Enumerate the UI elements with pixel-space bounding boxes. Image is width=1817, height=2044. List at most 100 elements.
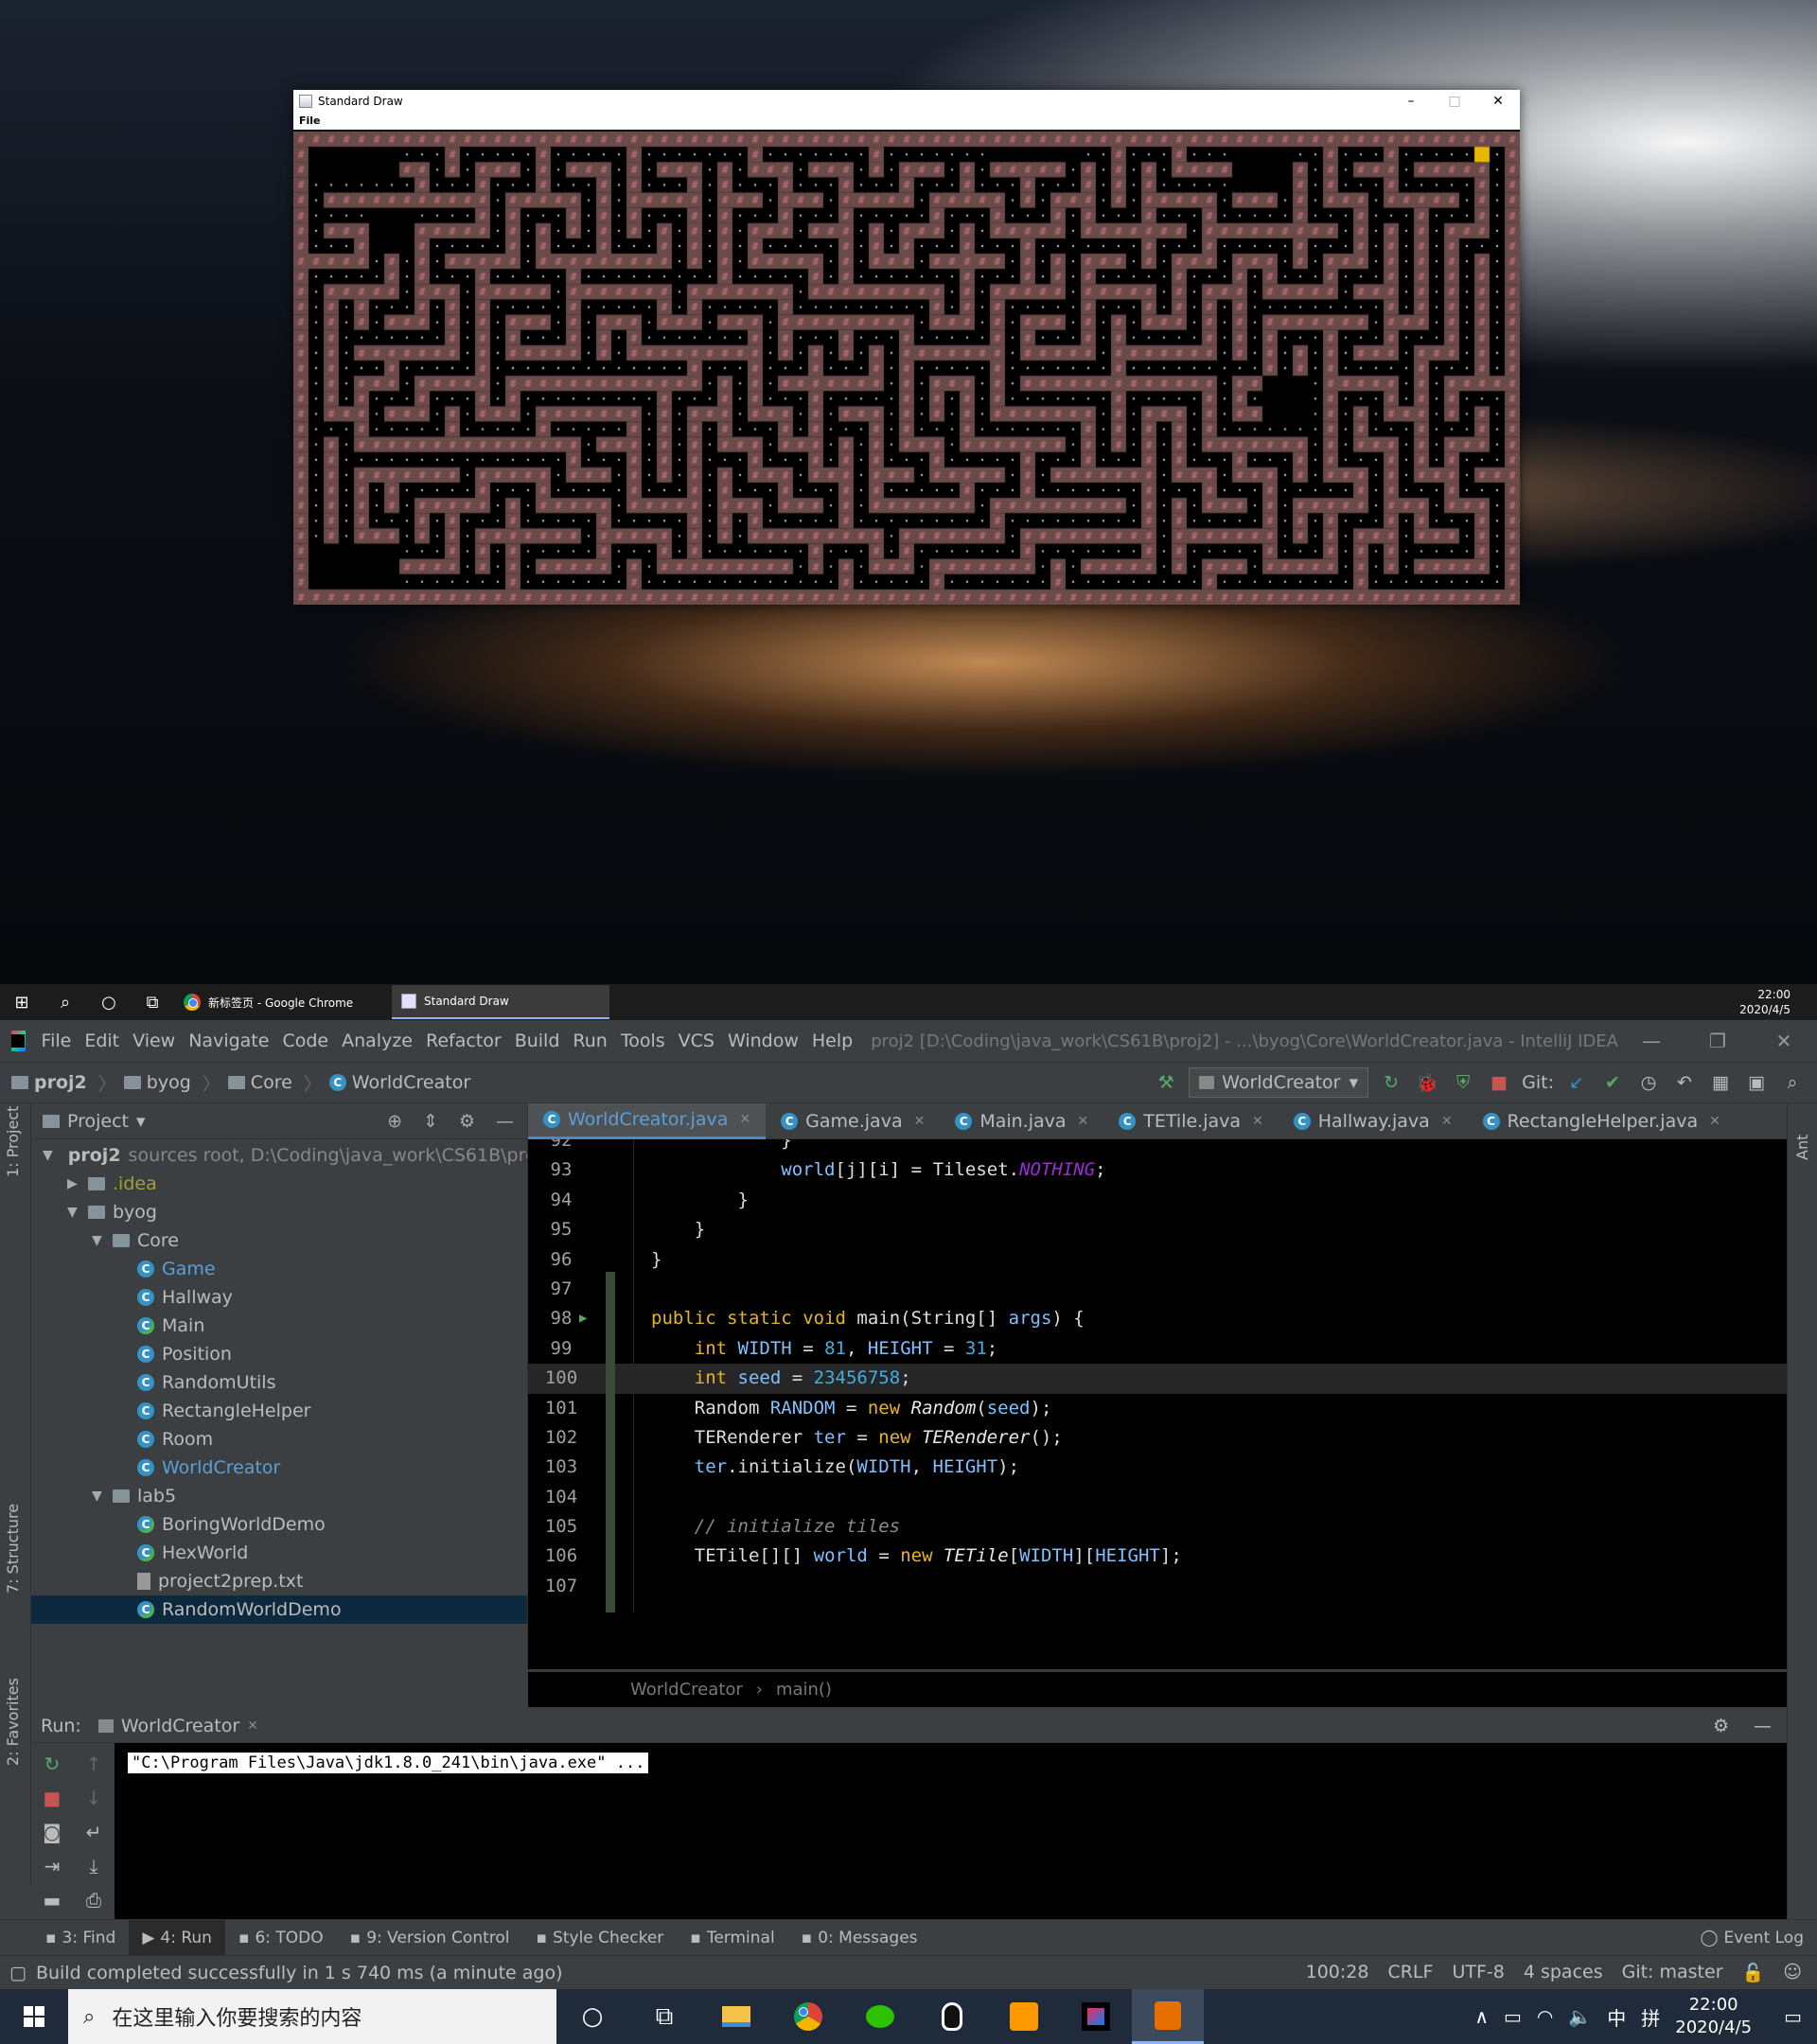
close-icon[interactable]: ✕ <box>914 1114 926 1129</box>
menu-navigate[interactable]: Navigate <box>182 1031 275 1051</box>
code-line[interactable]: 94 } <box>528 1186 1787 1215</box>
taskbar-task-standard-draw[interactable]: Standard Draw <box>392 985 609 1019</box>
editor-tab[interactable]: C WorldCreator.java ✕ <box>528 1102 767 1139</box>
tree-item[interactable]: C Game <box>31 1255 527 1283</box>
menu-help[interactable]: Help <box>805 1031 859 1051</box>
editor-tab[interactable]: C Game.java ✕ <box>766 1103 940 1139</box>
tree-item[interactable]: C BoringWorldDemo <box>31 1510 527 1539</box>
breadcrumb-worldcreator[interactable]: C WorldCreator <box>328 1072 470 1093</box>
collapse-icon[interactable]: ⇕ <box>423 1111 438 1132</box>
maximize-button[interactable]: □ <box>1433 94 1476 109</box>
editor-tab[interactable]: C RectangleHelper.java ✕ <box>1468 1103 1736 1139</box>
minimize-button[interactable]: – <box>1389 94 1433 109</box>
breadcrumb-proj2[interactable]: proj2 <box>11 1072 87 1093</box>
editor-tab[interactable]: C Main.java ✕ <box>940 1103 1103 1139</box>
close-button[interactable]: ✕ <box>1476 94 1520 109</box>
menu-refactor[interactable]: Refactor <box>419 1031 508 1051</box>
camera-icon[interactable]: ◙ <box>43 1821 61 1843</box>
cortana-icon[interactable]: ○ <box>87 984 131 1020</box>
taskbar-task-chrome[interactable]: 新标签页 - Google Chrome <box>174 985 392 1019</box>
standard-draw-menu-file[interactable]: File <box>293 113 1520 130</box>
sublime-icon[interactable] <box>988 1989 1060 2044</box>
tree-item[interactable]: C Main <box>31 1312 527 1340</box>
volume-icon[interactable]: 🔈 <box>1568 2005 1592 2028</box>
gear-icon[interactable]: ⚙ <box>1713 1716 1729 1736</box>
tool-tab-run[interactable]: ▶ 4: Run <box>129 1919 225 1956</box>
search-icon[interactable]: ⌕ <box>44 984 87 1020</box>
tool-tab-find[interactable]: ▪ 3: Find <box>32 1920 129 1956</box>
git-update-icon[interactable]: ↙ <box>1563 1069 1590 1096</box>
windows-start-button[interactable] <box>0 1989 68 2044</box>
code-line[interactable]: 99 int WIDTH = 81, HEIGHT = 31; <box>528 1334 1787 1364</box>
soft-wrap-icon[interactable]: ↵ <box>86 1821 102 1843</box>
code-line[interactable]: 97 <box>528 1275 1787 1304</box>
battery-icon[interactable]: ▭ <box>1504 2005 1522 2028</box>
debug-icon[interactable]: 🐞 <box>1414 1069 1440 1096</box>
git-commit-icon[interactable]: ✔ <box>1599 1069 1626 1096</box>
tree-item[interactable]: ▼ byog <box>31 1198 527 1226</box>
gear-icon[interactable]: ⚙ <box>459 1111 475 1132</box>
taskbar-search-box[interactable]: ⌕ 在这里输入你要搜索的内容 <box>68 1989 556 2044</box>
stop-icon[interactable]: ■ <box>44 1787 62 1809</box>
hide-icon[interactable]: — <box>496 1111 514 1132</box>
tree-item[interactable]: C RandomWorldDemo <box>31 1595 527 1624</box>
wifi-icon[interactable]: ◠ <box>1537 2005 1553 2028</box>
menu-build[interactable]: Build <box>508 1031 567 1051</box>
tree-item[interactable]: C Hallway <box>31 1283 527 1312</box>
search-everywhere-icon[interactable]: ⌕ <box>1779 1069 1806 1096</box>
expand-arrow-icon[interactable]: ▼ <box>67 1205 80 1220</box>
arrow-up-icon[interactable]: ↑ <box>86 1753 102 1775</box>
code-area[interactable]: 92 } 93 world[j][i] = Tileset.NOTHING; 94 … <box>528 1139 1787 1612</box>
wechat-icon[interactable] <box>844 1989 916 2044</box>
run-gutter-icon[interactable]: ▶ <box>579 1304 587 1333</box>
windows-start-icon[interactable]: ⊞ <box>0 984 44 1020</box>
tool-tab-versioncontrol[interactable]: ▪ 9: Version Control <box>337 1920 523 1956</box>
locate-icon[interactable]: ⊕ <box>387 1111 402 1132</box>
code-line[interactable]: 106 TETile[][] world = new TETile[WIDTH]… <box>528 1542 1787 1571</box>
chevron-up-icon[interactable]: ∧ <box>1474 2005 1489 2028</box>
taskbar-clock[interactable]: 22:00 2020/4/5 <box>1739 987 1817 1017</box>
input-layout[interactable]: 拼 <box>1641 2003 1660 2031</box>
tree-item[interactable]: C Position <box>31 1340 527 1368</box>
close-icon[interactable]: ✕ <box>1709 1114 1720 1129</box>
minimize-button[interactable]: — <box>1618 1030 1685 1052</box>
restore-button[interactable]: ❐ <box>1685 1030 1751 1052</box>
code-line[interactable]: 93 world[j][i] = Tileset.NOTHING; <box>528 1155 1787 1185</box>
code-line[interactable]: 104 <box>528 1483 1787 1512</box>
caret-position[interactable]: 100:28 <box>1306 1962 1369 1983</box>
rerun-icon[interactable]: ↻ <box>1378 1069 1404 1096</box>
editor-tab[interactable]: C Hallway.java ✕ <box>1279 1103 1468 1139</box>
tool-tab-project[interactable]: 1: Project <box>4 1106 22 1177</box>
tool-tab-ant[interactable]: Ant <box>1793 1135 1811 1160</box>
notification-icon[interactable]: ▭ <box>1784 2005 1802 2028</box>
run-configuration-select[interactable]: WorldCreator ▾ <box>1189 1067 1369 1098</box>
menu-vcs[interactable]: VCS <box>672 1031 721 1051</box>
status-square-icon[interactable]: ▢ <box>9 1963 26 1983</box>
tree-item[interactable]: project2prep.txt <box>31 1567 527 1595</box>
code-line[interactable]: 105 // initialize tiles <box>528 1512 1787 1542</box>
breadcrumb-byog[interactable]: byog <box>123 1072 191 1093</box>
menu-window[interactable]: Window <box>721 1031 805 1051</box>
tree-item[interactable]: C RectangleHelper <box>31 1397 527 1425</box>
menu-code[interactable]: Code <box>275 1031 335 1051</box>
rerun-icon[interactable]: ↻ <box>44 1753 61 1775</box>
project-panel-title[interactable]: Project <box>67 1111 129 1132</box>
menu-run[interactable]: Run <box>566 1031 613 1051</box>
code-line[interactable]: 95 } <box>528 1215 1787 1244</box>
menu-view[interactable]: View <box>126 1031 182 1051</box>
indent-setting[interactable]: 4 spaces <box>1524 1962 1603 1983</box>
close-icon[interactable]: ✕ <box>1441 1114 1453 1129</box>
menu-tools[interactable]: Tools <box>614 1031 672 1051</box>
tool-tab-terminal[interactable]: ▪ Terminal <box>677 1920 787 1956</box>
history-icon[interactable]: ◷ <box>1635 1069 1662 1096</box>
expand-arrow-icon[interactable]: ▼ <box>43 1148 53 1163</box>
tool-tab-messages[interactable]: ▪ 0: Messages <box>788 1920 931 1956</box>
close-button[interactable]: ✕ <box>1751 1030 1817 1052</box>
menu-analyze[interactable]: Analyze <box>335 1031 419 1051</box>
inspector-icon[interactable]: ☺ <box>1783 1962 1802 1983</box>
tree-item[interactable]: C HexWorld <box>31 1539 527 1567</box>
terminal-frame-icon[interactable]: ▣ <box>1743 1069 1770 1096</box>
editor-tab[interactable]: C TETile.java ✕ <box>1103 1103 1278 1139</box>
tool-tab-structure[interactable]: 7: Structure <box>4 1504 22 1594</box>
project-structure-icon[interactable]: ▦ <box>1707 1069 1734 1096</box>
